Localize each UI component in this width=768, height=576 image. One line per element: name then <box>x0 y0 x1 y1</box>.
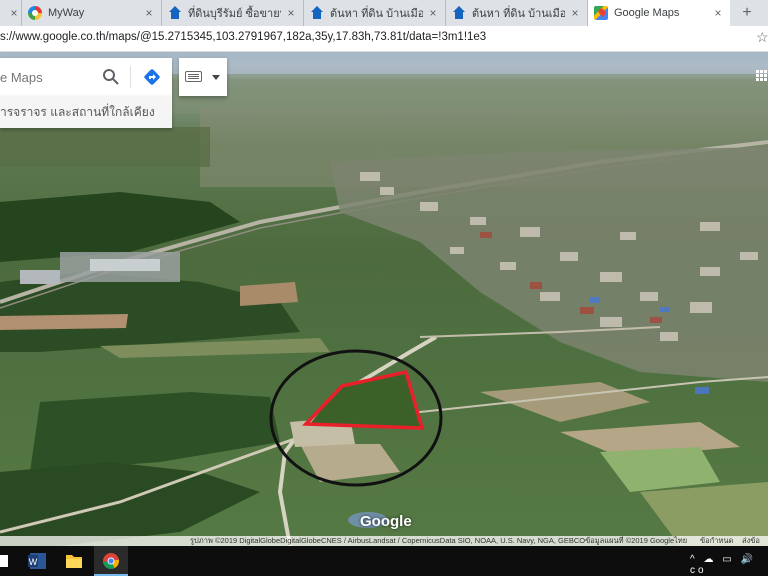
close-tab-icon[interactable]: × <box>8 6 20 20</box>
tab-title: ที่ดินบุรีรัมย์ ซื้อขายที่ดินในบุ <box>188 8 281 20</box>
file-explorer-icon[interactable] <box>57 546 91 576</box>
maps-search-box[interactable] <box>0 58 172 96</box>
tab-partial[interactable]: × <box>0 0 22 26</box>
close-tab-icon[interactable]: × <box>712 6 724 20</box>
tab-strip: × MyWay × ที่ดินบุรีรัมย์ ซื้อขายที่ดินใ… <box>0 0 768 26</box>
close-tab-icon[interactable]: × <box>143 6 155 20</box>
google-maps-icon <box>594 6 608 20</box>
word-icon[interactable]: W <box>20 546 54 576</box>
svg-text:W: W <box>29 557 38 567</box>
url-text[interactable]: s://www.google.co.th/maps/@15.2715345,10… <box>0 31 486 43</box>
search-icon[interactable] <box>102 68 120 86</box>
tab-title: MyWay <box>48 7 85 19</box>
house-icon <box>452 6 466 20</box>
map-attribution-bar: รูปภาพ ©2019 DigitalGlobeDigitalGlobeCNE… <box>0 536 768 546</box>
tab-title: Google Maps <box>614 7 680 19</box>
input-tools-button[interactable] <box>179 58 227 96</box>
google-logo: Google <box>360 513 412 530</box>
tab-title: ต้นหา ที่ดิน บ้านเมืองสอง ลง <box>330 8 423 20</box>
myway-icon <box>28 6 42 20</box>
chevron-down-icon <box>212 75 220 80</box>
tab-land-buriram[interactable]: ที่ดินบุรีรัมย์ ซื้อขายที่ดินในบุ × <box>162 0 304 26</box>
tab-land-search-2[interactable]: ต้นหา ที่ดิน บ้านเมืองสอง ลง × <box>446 0 588 26</box>
keyboard-icon <box>185 71 202 82</box>
close-tab-icon[interactable]: × <box>427 6 439 20</box>
tab-land-search-1[interactable]: ต้นหา ที่ดิน บ้านเมืองสอง ลง × <box>304 0 446 26</box>
satellite-map-view[interactable]: ารจราจร และสถานที่ใกล้เคียง Google รูปภา… <box>0 52 768 546</box>
windows-taskbar: W ^ ☁ ▭ 🔊 co <box>0 546 768 576</box>
feedback-link[interactable]: ส่งข้อ <box>742 536 760 546</box>
house-icon <box>168 6 182 20</box>
chrome-icon[interactable] <box>94 546 128 576</box>
house-icon <box>310 6 324 20</box>
nearby-suggestion[interactable]: ารจราจร และสถานที่ใกล้เคียง <box>0 96 172 128</box>
directions-icon[interactable] <box>142 67 162 87</box>
address-bar[interactable]: s://www.google.co.th/maps/@15.2715345,10… <box>0 26 768 52</box>
search-divider <box>130 66 131 88</box>
tab-myway[interactable]: MyWay × <box>22 0 162 26</box>
system-tray[interactable]: ^ ☁ ▭ 🔊 co <box>690 554 768 576</box>
search-input[interactable] <box>0 58 100 96</box>
bookmark-star-icon[interactable]: ☆ <box>756 29 768 46</box>
new-tab-button[interactable]: + <box>736 2 758 24</box>
language-link[interactable]: ไทย <box>674 536 687 546</box>
imagery-credits: รูปภาพ ©2019 DigitalGlobeDigitalGlobeCNE… <box>190 536 675 545</box>
partial-app-icon[interactable] <box>0 546 12 576</box>
close-tab-icon[interactable]: × <box>569 6 581 20</box>
apps-grid-icon[interactable] <box>756 70 768 82</box>
close-tab-icon[interactable]: × <box>285 6 297 20</box>
terms-link[interactable]: ข้อกำหนด <box>700 536 733 546</box>
tab-google-maps[interactable]: Google Maps × <box>588 0 730 26</box>
tab-title: ต้นหา ที่ดิน บ้านเมืองสอง ลง <box>472 8 565 20</box>
